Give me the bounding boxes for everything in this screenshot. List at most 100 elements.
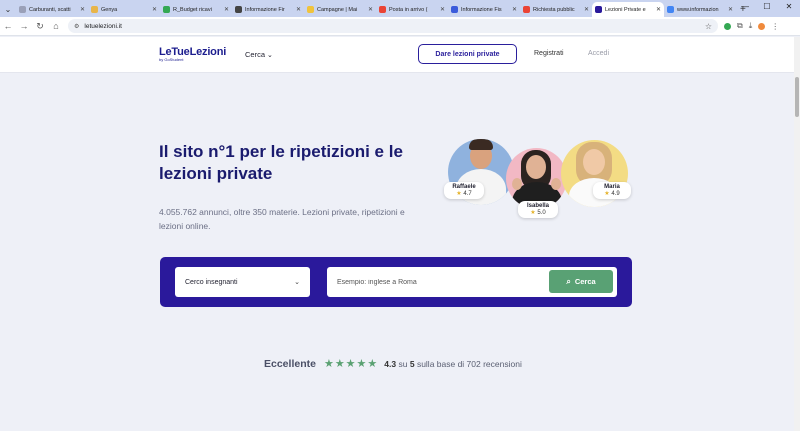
scrollbar-thumb[interactable] [795,77,799,117]
tutor-rating: 4.7 [463,191,472,197]
star-icon: ★ [604,191,610,197]
tab-favicon-icon [163,6,170,13]
tab-close-icon[interactable]: ✕ [152,6,157,13]
search-menu-label: Cerca [245,50,266,59]
tab-favicon-icon [523,6,530,13]
browser-tab[interactable]: Lezioni Private e ✕ [592,2,664,17]
star-icon: ★ [530,210,536,216]
search-panel: Cerco insegnanti ⌄ ⌕ Cerca [160,257,632,307]
tab-favicon-icon [667,6,674,13]
address-bar-row: ← → ↻ ⌂ ⚙ letuelezioni.it ☆ ⧉ ⤓ ⋮ [0,17,800,36]
tab-favicon-icon [235,6,242,13]
tutor-badge-raffaele: Raffaele ★ 4.7 [444,182,484,199]
star-icon: ★ [456,191,462,197]
search-button-label: Cerca [574,277,596,286]
tab-label: Campagne | Mai [317,6,358,13]
tutor-rating: 4.9 [611,191,620,197]
forward-icon[interactable]: → [16,21,32,31]
browser-tab[interactable]: Informazione Fis ✕ [448,2,520,17]
tab-label: www.informazion [677,6,719,13]
tab-label: Genya [101,6,118,13]
browser-tab[interactable]: Genya ✕ [88,2,160,17]
search-input[interactable] [337,278,537,286]
browser-tab[interactable]: Informazione Fir ✕ [232,2,304,17]
site-info-icon[interactable]: ⚙ [74,23,79,30]
search-menu-dropdown[interactable]: Cerca ⌄ [245,50,273,59]
tab-favicon-icon [307,6,314,13]
site-header: LeTueLezioni by GoStudent Cerca ⌄ Dare le… [0,37,800,73]
browser-tab-bar: ⌄ Carburanti, scatti ✕ Genya ✕ R_Budget rica… [0,0,800,17]
tab-close-icon[interactable]: ✕ [440,6,445,13]
tab-favicon-icon [451,6,458,13]
chevron-down-icon: ⌄ [267,52,273,59]
tab-label: R_Budget ricavi [173,6,212,13]
tab-close-icon[interactable]: ✕ [656,6,661,13]
reload-icon[interactable]: ↻ [32,21,48,32]
tab-label: Informazione Fis [461,6,502,13]
tab-close-icon[interactable]: ✕ [512,6,517,13]
tab-close-icon[interactable]: ✕ [80,6,85,13]
close-window-icon[interactable]: ✕ [778,0,800,14]
extension-green-icon[interactable] [724,22,731,30]
url-field[interactable]: ⚙ letuelezioni.it ☆ [68,19,718,33]
search-type-value: Cerco insegnanti [185,278,238,286]
site-logo[interactable]: LeTueLezioni by GoStudent [159,46,226,62]
rating-stars-icon: ★★★★★ [323,358,379,370]
search-icon: ⌕ [566,276,571,286]
tutor-avatar-isabella[interactable] [506,148,567,209]
tab-label: Carburanti, scatti [29,6,71,13]
page-scrollbar[interactable] [794,37,800,431]
browser-tab[interactable]: Richiesta pubblic ✕ [520,2,592,17]
maximize-icon[interactable]: ☐ [756,0,778,14]
reviews-rating: Eccellente ★★★★★ 4.3 su 5 sulla base di … [264,357,522,371]
login-link[interactable]: Accedi [588,50,609,57]
register-link[interactable]: Registrati [534,50,564,57]
hero-subtitle: 4.055.762 annunci, oltre 350 materie. Le… [159,207,405,231]
download-icon[interactable]: ⤓ [749,21,753,31]
tab-close-icon[interactable]: ✕ [296,6,301,13]
rating-max: 5 [409,358,415,369]
rating-text: sulla base di 702 recensioni [416,358,522,369]
tab-search-icon[interactable]: ⌄ [0,1,16,17]
tab-label: Informazione Fir [245,6,285,13]
url-text: letuelezioni.it [84,22,122,30]
browser-tab[interactable]: Posta in arrivo ( ✕ [376,2,448,17]
window-controls: — ☐ ✕ [734,0,800,14]
browser-tab[interactable]: Carburanti, scatti ✕ [16,2,88,17]
tab-close-icon[interactable]: ✕ [728,6,733,13]
tab-favicon-icon [595,6,602,13]
bookmark-star-icon[interactable]: ☆ [705,22,712,31]
tutor-badge-maria: Maria ★ 4.9 [593,182,631,199]
tutor-rating: 5.0 [537,210,546,216]
browser-tab[interactable]: www.informazion ✕ [664,2,736,17]
browser-tab[interactable]: R_Budget ricavi ✕ [160,2,232,17]
search-type-select[interactable]: Cerco insegnanti ⌄ [175,267,310,297]
tutor-badge-isabella: Isabella ★ 5.0 [518,201,558,218]
chevron-down-icon: ⌄ [294,279,300,286]
tab-close-icon[interactable]: ✕ [368,6,373,13]
rating-label: Eccellente [264,357,316,370]
profile-avatar-icon[interactable] [758,22,766,30]
extensions-puzzle-icon[interactable]: ⧉ [737,21,743,31]
back-icon[interactable]: ← [0,21,16,31]
tab-favicon-icon [91,6,98,13]
search-field-wrapper: ⌕ Cerca [327,267,617,297]
give-lessons-button[interactable]: Dare lezioni private [418,44,517,64]
browser-menu-icon[interactable]: ⋮ [771,22,779,31]
rating-score: 4.3 [384,358,397,369]
extensions-area: ⧉ ⤓ ⋮ [724,21,779,31]
rating-on: su [398,358,408,369]
home-icon[interactable]: ⌂ [48,21,64,31]
tab-label: Lezioni Private e [605,6,646,13]
tab-favicon-icon [19,6,26,13]
tab-close-icon[interactable]: ✕ [584,6,589,13]
tab-strip: Carburanti, scatti ✕ Genya ✕ R_Budget ricavi… [16,2,736,17]
tab-label: Posta in arrivo ( [389,6,428,13]
search-button[interactable]: ⌕ Cerca [549,270,613,293]
browser-tab[interactable]: Campagne | Mai ✕ [304,2,376,17]
tab-favicon-icon [379,6,386,13]
hero-title: Il sito n°1 per le ripetizioni e le lezi… [159,142,403,183]
tab-close-icon[interactable]: ✕ [224,6,229,13]
minimize-icon[interactable]: — [734,0,756,14]
tab-label: Richiesta pubblic [533,6,575,13]
